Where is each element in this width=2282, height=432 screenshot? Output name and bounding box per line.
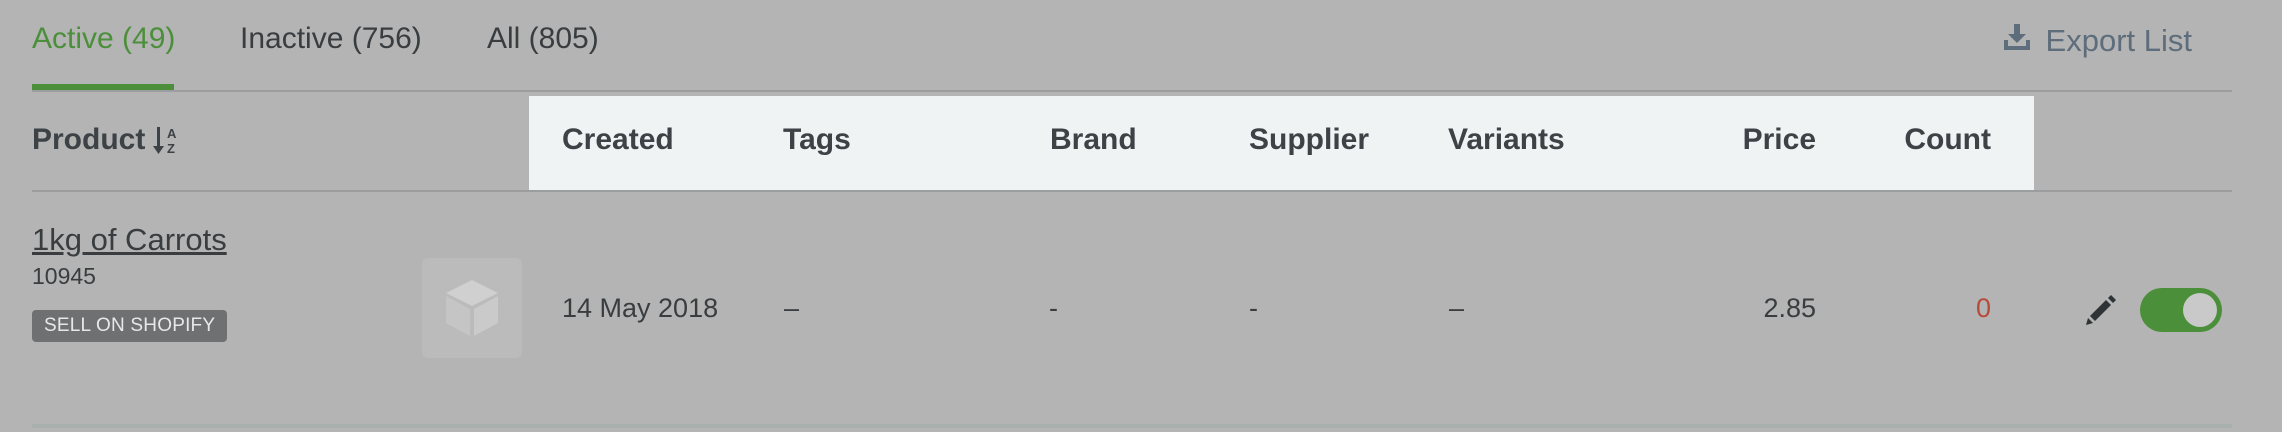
cell-created: 14 May 2018 <box>562 293 719 323</box>
tabs-divider <box>32 90 2232 92</box>
svg-text:Z: Z <box>167 141 175 156</box>
cell-tags: – <box>784 293 800 323</box>
export-list-button[interactable]: Export List <box>2002 22 2192 60</box>
download-icon <box>2002 22 2032 60</box>
sell-on-shopify-badge: SELL ON SHOPIFY <box>32 310 228 342</box>
product-thumbnail <box>422 258 522 358</box>
column-header-count[interactable]: Count <box>1904 123 1991 157</box>
product-sku: 10945 <box>32 263 96 289</box>
sort-alpha-down-icon[interactable]: A Z <box>153 124 183 156</box>
tab-active[interactable]: Active (49) <box>32 22 175 56</box>
box-icon <box>446 280 498 336</box>
tab-inactive[interactable]: Inactive (756) <box>240 22 422 56</box>
column-header-brand[interactable]: Brand <box>1050 123 1137 157</box>
active-toggle[interactable] <box>2140 288 2222 332</box>
svg-text:A: A <box>167 126 177 141</box>
column-header-product[interactable]: Product A Z <box>32 123 183 157</box>
row-divider <box>32 424 2232 428</box>
cell-count: 0 <box>1975 293 1991 323</box>
cell-brand: - <box>1049 293 1058 323</box>
column-header-supplier[interactable]: Supplier <box>1249 123 1369 157</box>
cell-variants: – <box>1449 293 1465 323</box>
cell-price: 2.85 <box>1763 293 1816 323</box>
column-header-variants[interactable]: Variants <box>1448 123 1565 157</box>
pencil-icon[interactable] <box>2084 292 2118 326</box>
column-header-created[interactable]: Created <box>562 123 674 157</box>
tab-all[interactable]: All (805) <box>487 22 599 56</box>
column-header-tags[interactable]: Tags <box>783 123 851 157</box>
header-divider <box>32 190 2232 192</box>
product-header-label: Product <box>32 123 146 156</box>
product-name-link[interactable]: 1kg of Carrots <box>32 222 227 258</box>
toggle-knob <box>2183 293 2217 327</box>
cell-supplier: - <box>1249 293 1258 323</box>
export-list-label: Export List <box>2045 23 2192 58</box>
column-header-price[interactable]: Price <box>1743 123 1816 157</box>
